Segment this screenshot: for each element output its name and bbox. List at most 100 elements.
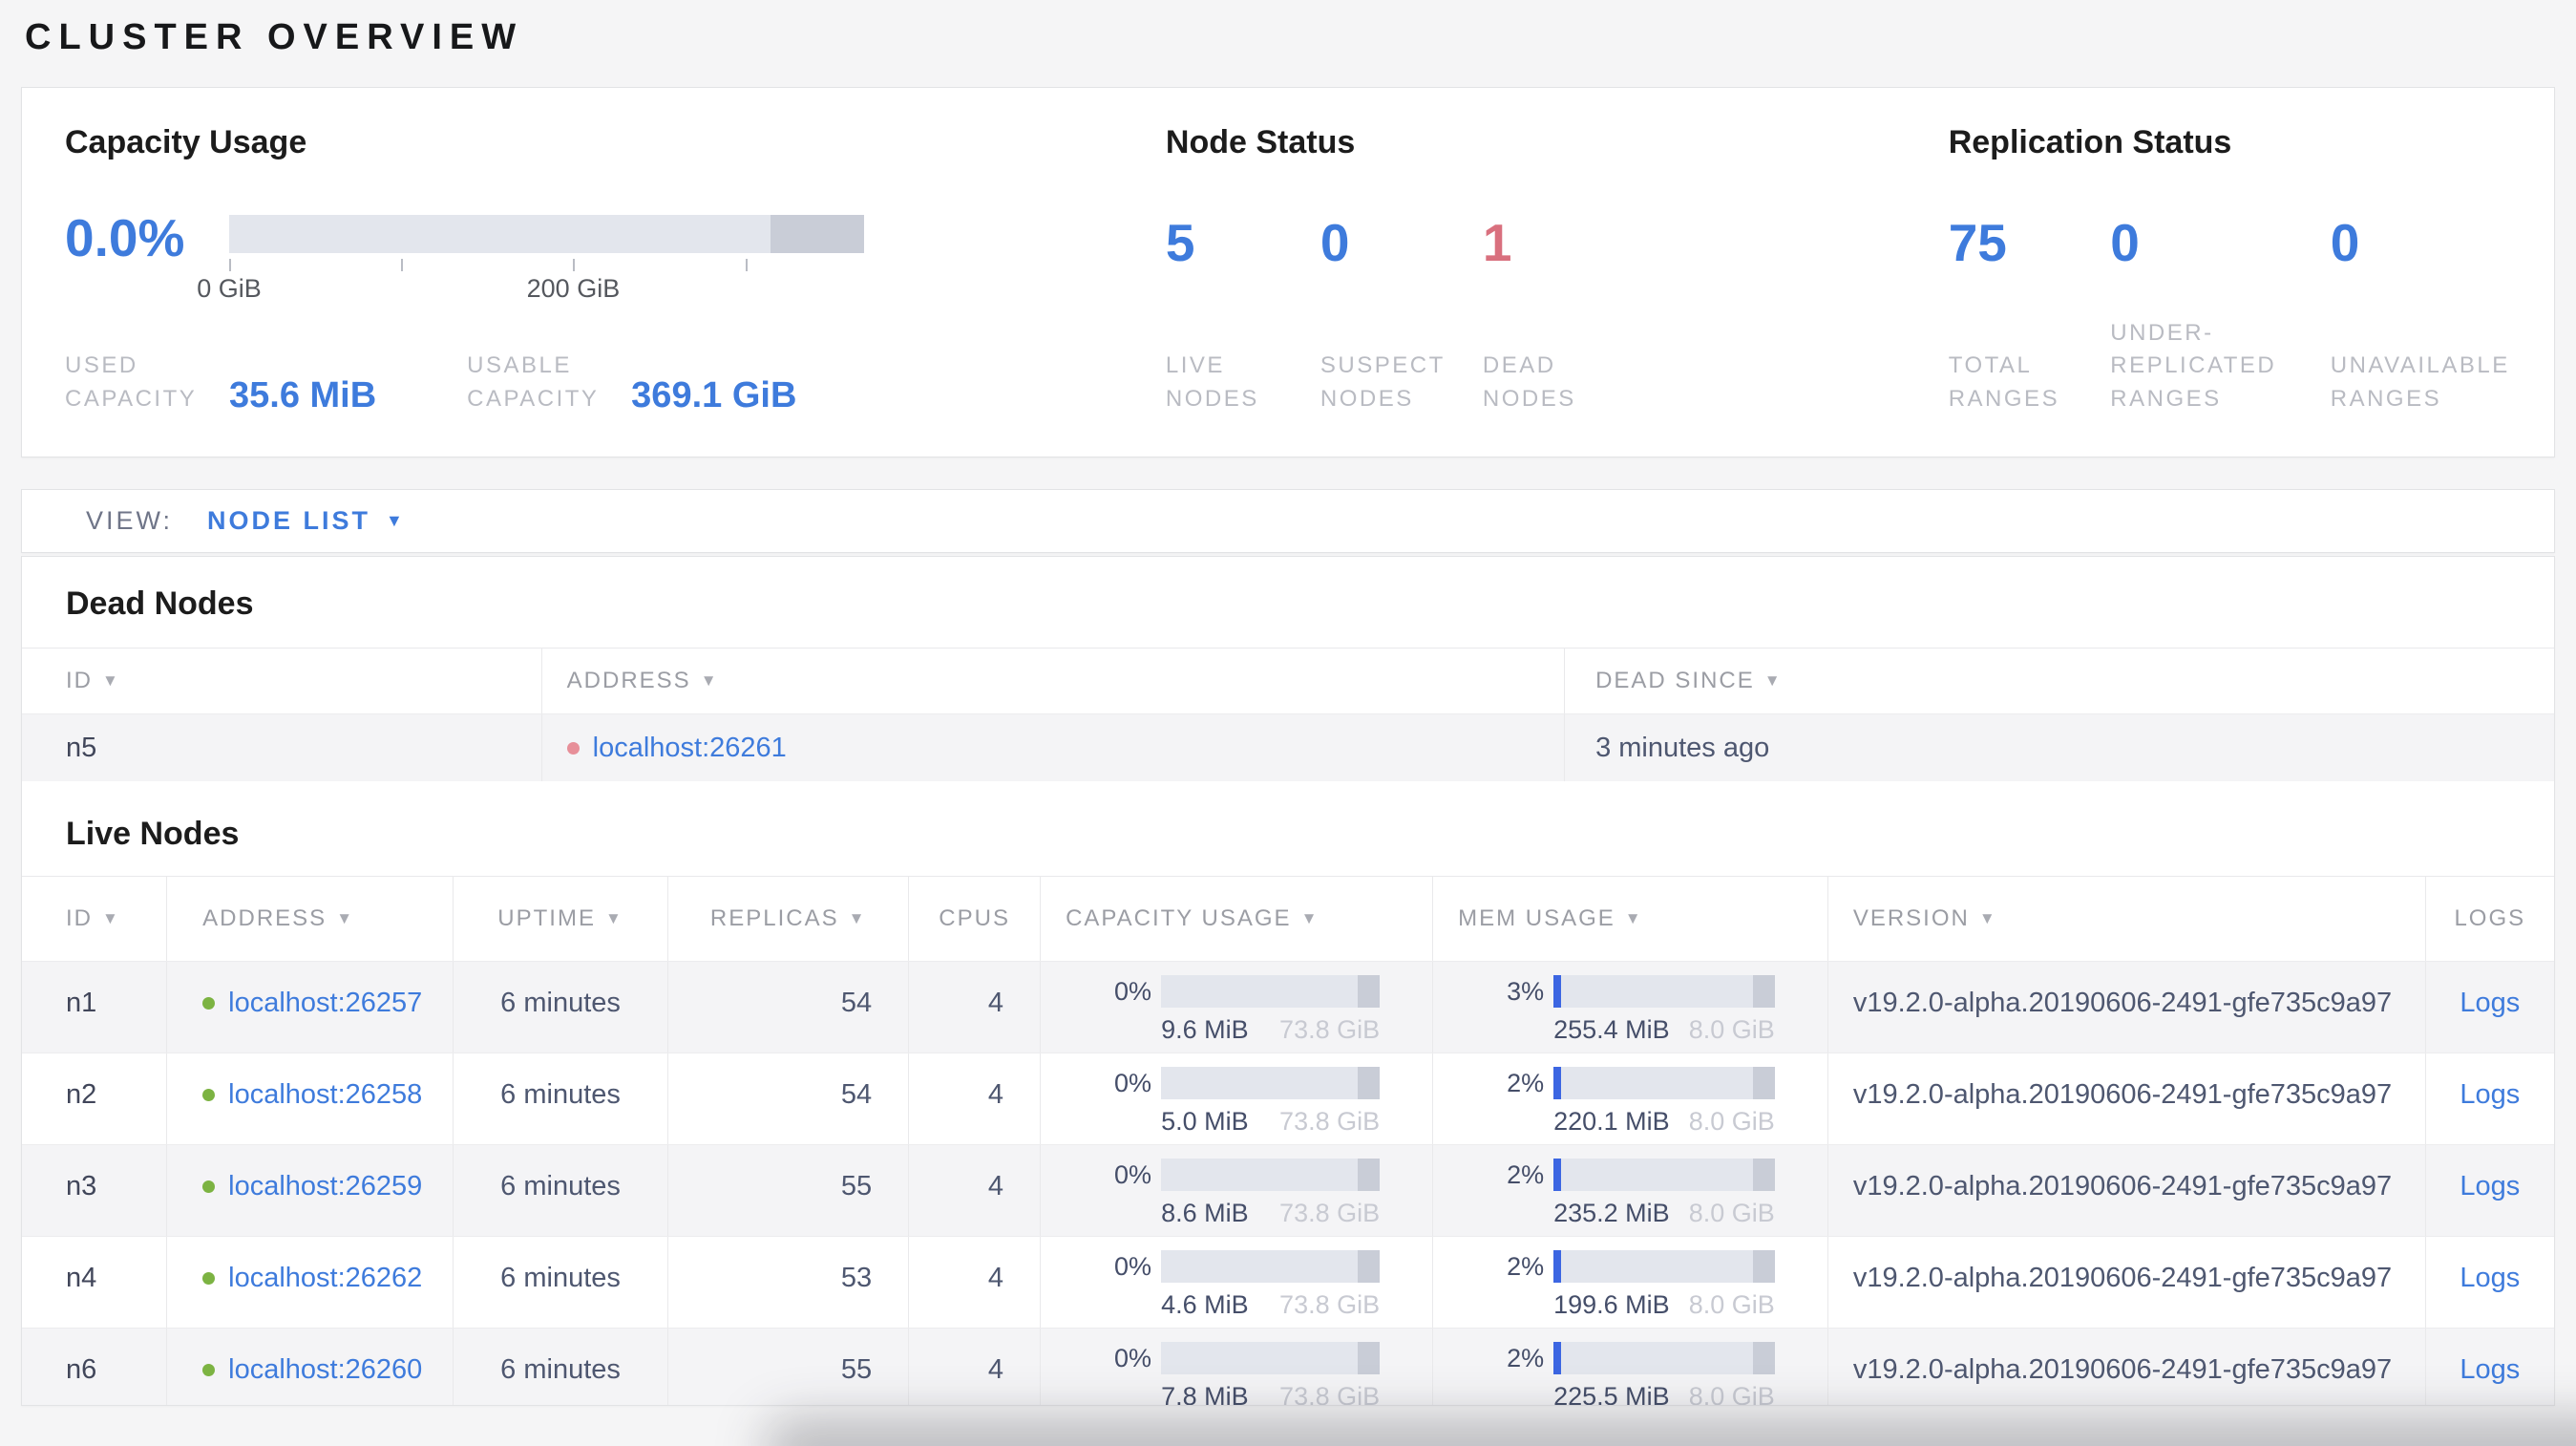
node-logs-link[interactable]: Logs bbox=[2460, 1329, 2520, 1386]
sort-arrow-icon: ▼ bbox=[102, 909, 120, 927]
mem-usage-labels: 199.6 MiB 8.0 GiB bbox=[1553, 1290, 1775, 1320]
node-address-link[interactable]: localhost:26262 bbox=[228, 1263, 422, 1294]
capacity-used-value: 4.6 MiB bbox=[1161, 1290, 1249, 1319]
node-address: localhost:26262 bbox=[202, 1237, 422, 1294]
node-address-link[interactable]: localhost:26260 bbox=[228, 1354, 422, 1386]
capacity-total-value: 73.8 GiB bbox=[1279, 1290, 1381, 1319]
cell-id: n3 bbox=[22, 1145, 166, 1236]
column-header-uptime[interactable]: UPTIME ▼ bbox=[452, 877, 667, 961]
mem-usage-bar-row: 2% bbox=[1481, 1159, 1775, 1191]
mem-usage-labels: 225.5 MiB 8.0 GiB bbox=[1553, 1382, 1775, 1406]
capacity-usage-bar-row: 0% bbox=[1088, 975, 1381, 1008]
sort-arrow-icon: ▼ bbox=[1978, 909, 1997, 927]
column-header-id[interactable]: ID ▼ bbox=[22, 649, 541, 713]
live_nodes-row-n1: n1 localhost:26257 6 minutes 54 4 0% 9.6 MiB 73… bbox=[22, 961, 2554, 1053]
column-header-dead_since[interactable]: DEAD SINCE ▼ bbox=[1564, 649, 2554, 713]
used-capacity-label: USED CAPACITY bbox=[65, 352, 198, 413]
node-cpus: 4 bbox=[987, 1171, 1004, 1201]
capacity-bar: 0 GiB 200 GiB bbox=[197, 215, 864, 303]
sort-arrow-icon: ▼ bbox=[700, 671, 719, 690]
sort-arrow-icon: ▼ bbox=[604, 909, 623, 927]
sort-arrow-icon: ▼ bbox=[848, 909, 867, 927]
column-header-mem[interactable]: MEM USAGE ▼ bbox=[1432, 877, 1827, 961]
node-address: localhost:26258 bbox=[202, 1053, 422, 1111]
mem-usage-dark-segment bbox=[1752, 1159, 1775, 1191]
cell-cpus: 4 bbox=[908, 1329, 1040, 1405]
summary-stat-label: LIVE NODES bbox=[1165, 352, 1259, 413]
cell-address: localhost:26262 bbox=[166, 1237, 453, 1328]
capacity-usage-bar-row: 0% bbox=[1088, 1067, 1381, 1099]
capacity-usage-labels: 8.6 MiB 73.8 GiB bbox=[1161, 1199, 1380, 1228]
capacity-usage-labels: 7.8 MiB 73.8 GiB bbox=[1161, 1382, 1381, 1406]
mem-usage-fill bbox=[1553, 1250, 1562, 1283]
node-status-dot-live bbox=[202, 1364, 216, 1376]
dead_nodes-header-row: ID ▼ ADDRESS ▼ DEAD SINCE ▼ bbox=[22, 648, 2554, 713]
capacity-axis-tick bbox=[401, 259, 404, 271]
column-header-replicas[interactable]: REPLICAS ▼ bbox=[667, 877, 908, 961]
cell-dead_since: 3 minutes ago bbox=[1564, 714, 2554, 781]
mem-used-value: 225.5 MiB bbox=[1553, 1382, 1670, 1406]
mem-usage-bar-row: 2% bbox=[1481, 1067, 1775, 1099]
node-address-link[interactable]: localhost:26261 bbox=[593, 733, 787, 764]
node-replicas: 55 bbox=[840, 1354, 873, 1385]
node-list-dropdown-value: NODE LIST bbox=[207, 506, 371, 535]
mem-usage-labels: 255.4 MiB 8.0 GiB bbox=[1553, 1015, 1775, 1045]
node-address-link[interactable]: localhost:26257 bbox=[228, 988, 422, 1019]
capacity-usage-percent: 0% bbox=[1114, 1343, 1152, 1372]
column-header-version[interactable]: VERSION ▼ bbox=[1826, 877, 2425, 961]
node-address-link[interactable]: localhost:26258 bbox=[228, 1079, 422, 1111]
mem-usage-dark-segment bbox=[1752, 1250, 1775, 1283]
cell-replicas: 54 bbox=[667, 962, 908, 1053]
live_nodes-row-n6: n6 localhost:26260 6 minutes 55 4 0% 7.8 MiB 73… bbox=[22, 1328, 2554, 1406]
column-header-label: REPLICAS bbox=[709, 905, 839, 931]
mem-usage-labels: 235.2 MiB 8.0 GiB bbox=[1553, 1199, 1775, 1228]
node-address-link[interactable]: localhost:26259 bbox=[228, 1171, 422, 1202]
capacity-usage-bar-row: 0% bbox=[1088, 1250, 1381, 1283]
mem-usage-labels: 220.1 MiB 8.0 GiB bbox=[1553, 1107, 1775, 1137]
capacity-percent: 0.0% bbox=[65, 208, 185, 267]
node-version: v19.2.0-alpha.20190606-2491-gfe735c9a97 bbox=[1852, 1263, 2393, 1293]
mem-usage-fill bbox=[1553, 1067, 1562, 1099]
cell-cpus: 4 bbox=[908, 1145, 1040, 1236]
column-header-label: VERSION bbox=[1852, 905, 1970, 931]
mem-usage-bar-row: 3% bbox=[1481, 975, 1775, 1008]
column-header-address[interactable]: ADDRESS ▼ bbox=[540, 649, 1564, 713]
mem-usage-bar: 2% 199.6 MiB 8.0 GiB bbox=[1458, 1237, 1827, 1320]
capacity-usage-section: Capacity Usage 0.0% 0 GiB 200 GiB USED CA… bbox=[65, 124, 1166, 416]
node-logs-link[interactable]: Logs bbox=[2460, 1053, 2520, 1111]
column-header-id[interactable]: ID ▼ bbox=[22, 877, 166, 961]
mem-usage-track bbox=[1553, 1250, 1775, 1283]
node-cpus: 4 bbox=[987, 1354, 1004, 1385]
mem-usage-percent: 2% bbox=[1507, 1251, 1545, 1281]
summary-stat-value: 0 bbox=[2110, 213, 2140, 272]
column-header-label: ID bbox=[66, 668, 93, 693]
mem-total-value: 8.0 GiB bbox=[1688, 1015, 1775, 1044]
cell-id: n6 bbox=[22, 1329, 166, 1405]
sort-arrow-icon: ▼ bbox=[1763, 671, 1783, 690]
column-header-capacity[interactable]: CAPACITY USAGE ▼ bbox=[1040, 877, 1432, 961]
view-bar: VIEW: NODE LIST ▼ bbox=[21, 489, 2555, 553]
dead_nodes-row-n5: n5 localhost:26261 3 minutes ago bbox=[22, 713, 2554, 781]
capacity-total-value: 73.8 GiB bbox=[1279, 1199, 1381, 1227]
mem-usage-fill bbox=[1553, 1342, 1562, 1374]
cell-id: n1 bbox=[22, 962, 166, 1053]
node-address: localhost:26257 bbox=[202, 962, 422, 1019]
summary-stat-unavailable: 0 UNAVAILABLE RANGES bbox=[2331, 217, 2511, 416]
summary-stat-label: UNDER-REPLICATED RANGES bbox=[2110, 319, 2277, 413]
capacity-usage-track bbox=[1161, 1067, 1381, 1099]
capacity-usage-bar: 0% 7.8 MiB 73.8 GiB bbox=[1066, 1329, 1432, 1406]
mem-used-value: 255.4 MiB bbox=[1553, 1015, 1670, 1044]
column-header-address[interactable]: ADDRESS ▼ bbox=[166, 877, 453, 961]
cell-mem: 3% 255.4 MiB 8.0 GiB bbox=[1432, 962, 1827, 1053]
mem-usage-bar: 2% 225.5 MiB 8.0 GiB bbox=[1458, 1329, 1827, 1406]
capacity-used-value: 8.6 MiB bbox=[1161, 1199, 1249, 1227]
node-logs-link[interactable]: Logs bbox=[2460, 962, 2520, 1019]
node-logs-link[interactable]: Logs bbox=[2460, 1237, 2520, 1294]
mem-usage-dark-segment bbox=[1752, 975, 1775, 1008]
node-logs-link[interactable]: Logs bbox=[2460, 1145, 2520, 1202]
node-list-dropdown[interactable]: NODE LIST ▼ bbox=[207, 506, 403, 536]
view-label: VIEW: bbox=[86, 506, 174, 535]
summary-stat-value: 0 bbox=[1320, 213, 1350, 272]
capacity-total-value: 73.8 GiB bbox=[1279, 1382, 1381, 1406]
mem-usage-percent: 2% bbox=[1507, 1343, 1545, 1372]
